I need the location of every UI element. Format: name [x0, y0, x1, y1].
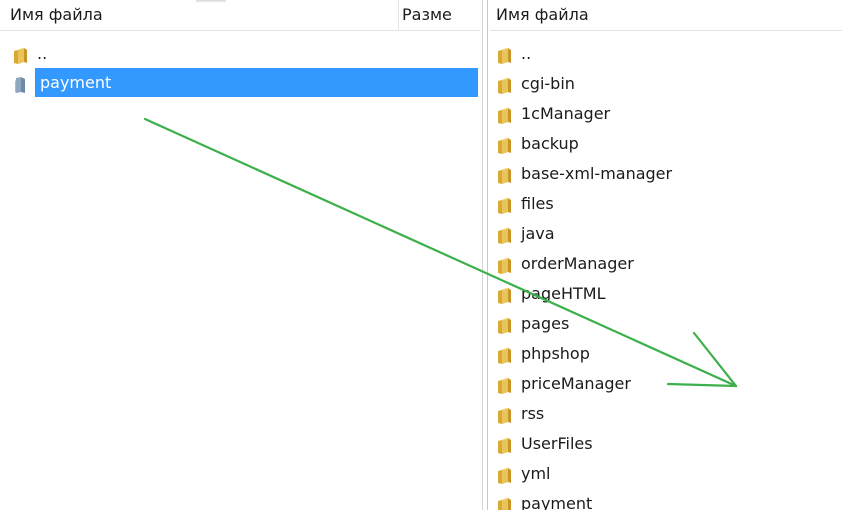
right-list-item[interactable]: cgi-bin: [490, 69, 842, 99]
folder-icon: [496, 165, 516, 184]
folder-icon: [496, 75, 516, 94]
left-list-item[interactable]: payment: [0, 68, 480, 97]
folder-icon: [496, 435, 516, 454]
file-name: files: [521, 194, 554, 213]
file-name: ..: [521, 44, 532, 63]
file-name: yml: [521, 464, 551, 483]
folder-icon: [496, 135, 516, 154]
right-list-item[interactable]: UserFiles: [490, 429, 842, 459]
folder-icon: [496, 255, 516, 274]
right-list-item[interactable]: yml: [490, 459, 842, 489]
local-file-panel: Имя файла Разме .. payment: [0, 0, 480, 510]
right-list-item[interactable]: phpshop: [490, 339, 842, 369]
left-list-item[interactable]: ..: [0, 39, 480, 68]
folder-icon: [496, 315, 516, 334]
right-list-item[interactable]: pageHTML: [490, 279, 842, 309]
folder-icon: [496, 375, 516, 394]
folder-icon: [496, 345, 516, 364]
left-column-header: Имя файла Разме: [0, 0, 480, 31]
right-column-header: Имя файла: [490, 0, 842, 31]
folder-icon: [496, 195, 516, 214]
file-name: cgi-bin: [521, 74, 575, 93]
file-name: payment: [40, 73, 112, 92]
right-list-item[interactable]: ..: [490, 39, 842, 69]
folder-up-icon: [496, 45, 516, 64]
right-column-name[interactable]: Имя файла: [496, 0, 826, 30]
panel-splitter[interactable]: [480, 0, 490, 510]
left-column-size[interactable]: Разме: [400, 0, 480, 30]
folder-icon: [496, 105, 516, 124]
right-list-item[interactable]: priceManager: [490, 369, 842, 399]
right-list-item[interactable]: base-xml-manager: [490, 159, 842, 189]
folder-icon: [496, 465, 516, 484]
right-list-item[interactable]: 1cManager: [490, 99, 842, 129]
file-name: orderManager: [521, 254, 634, 273]
file-name: priceManager: [521, 374, 631, 393]
file-name: UserFiles: [521, 434, 593, 453]
folder-up-icon: [12, 45, 32, 64]
file-name: base-xml-manager: [521, 164, 673, 183]
left-column-name[interactable]: Имя файла: [10, 0, 399, 30]
file-name: java: [521, 224, 555, 243]
right-file-list: .. cgi-bin 1cManager backup base-xml-manager…: [490, 39, 842, 510]
right-list-item[interactable]: files: [490, 189, 842, 219]
right-list-item[interactable]: payment: [490, 489, 842, 510]
file-name: ..: [37, 44, 48, 63]
file-name: payment: [521, 494, 593, 510]
folder-icon: [12, 74, 32, 93]
folder-icon: [496, 285, 516, 304]
file-name: 1cManager: [521, 104, 611, 123]
file-name: phpshop: [521, 344, 590, 363]
file-name: pageHTML: [521, 284, 606, 303]
file-name: backup: [521, 134, 579, 153]
file-name: pages: [521, 314, 570, 333]
folder-icon: [496, 495, 516, 510]
right-list-item[interactable]: backup: [490, 129, 842, 159]
folder-icon: [496, 225, 516, 244]
right-list-item[interactable]: pages: [490, 309, 842, 339]
right-list-item[interactable]: orderManager: [490, 249, 842, 279]
right-list-item[interactable]: rss: [490, 399, 842, 429]
right-list-item[interactable]: java: [490, 219, 842, 249]
file-name: rss: [521, 404, 545, 423]
folder-icon: [496, 405, 516, 424]
left-file-list: .. payment: [0, 39, 480, 97]
remote-file-panel: Имя файла .. cgi-bin 1cManager backup base-x…: [490, 0, 842, 510]
